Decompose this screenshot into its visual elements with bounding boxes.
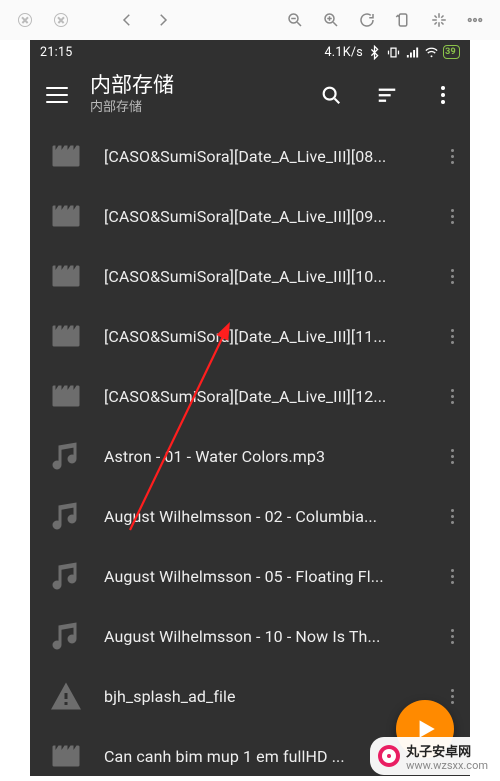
watermark-logo-icon — [378, 745, 400, 767]
item-overflow-icon[interactable] — [440, 389, 464, 404]
file-name: [CASO&SumiSora][Date_A_Live_III][09... — [104, 207, 422, 226]
list-item[interactable]: August Wilhelmsson - 05 - Floating Fl... — [30, 546, 470, 606]
audio-icon — [46, 616, 86, 656]
item-overflow-icon[interactable] — [440, 569, 464, 584]
file-list: [CASO&SumiSora][Date_A_Live_III][08... [C… — [30, 126, 470, 776]
list-item[interactable]: [CASO&SumiSora][Date_A_Live_III][11... — [30, 306, 470, 366]
bluetooth-icon — [367, 45, 382, 60]
file-name: August Wilhelmsson - 10 - Now Is Th... — [104, 627, 422, 646]
video-icon — [46, 376, 86, 416]
item-overflow-icon[interactable] — [440, 269, 464, 284]
app-bar: 内部存储 内部存储 — [30, 64, 470, 126]
file-name: August Wilhelmsson - 02 - Columbia... — [104, 507, 422, 526]
watermark-url: www.wzsxx.com — [406, 760, 488, 771]
video-icon — [46, 196, 86, 236]
close-icon[interactable] — [12, 7, 38, 33]
item-overflow-icon[interactable] — [440, 209, 464, 224]
signal-icon — [405, 45, 420, 60]
warn-icon — [46, 676, 86, 716]
sort-icon[interactable] — [370, 78, 404, 112]
battery-icon: 39 — [443, 45, 460, 59]
file-name: [CASO&SumiSora][Date_A_Live_III][11... — [104, 327, 422, 346]
phone-screen: 21:15 4.1K/s 39 内部存储 内部存储 [CASO&SumiSora… — [30, 40, 470, 776]
search-icon[interactable] — [314, 78, 348, 112]
item-overflow-icon[interactable] — [440, 449, 464, 464]
watermark: 丸子安卓网 www.wzsxx.com — [370, 737, 496, 775]
forward-icon[interactable] — [150, 7, 176, 33]
item-overflow-icon[interactable] — [440, 689, 464, 704]
file-name: [CASO&SumiSora][Date_A_Live_III][08... — [104, 147, 422, 166]
file-name: August Wilhelmsson - 05 - Floating Fl... — [104, 567, 422, 586]
audio-icon — [46, 496, 86, 536]
list-item[interactable]: August Wilhelmsson - 10 - Now Is Th... — [30, 606, 470, 666]
video-icon — [46, 316, 86, 356]
item-overflow-icon[interactable] — [440, 629, 464, 644]
wifi-icon — [424, 45, 439, 60]
vibrate-icon — [386, 45, 401, 60]
item-overflow-icon[interactable] — [440, 329, 464, 344]
status-bar: 21:15 4.1K/s 39 — [30, 40, 470, 64]
file-name: [CASO&SumiSora][Date_A_Live_III][10... — [104, 267, 422, 286]
zoom-out-icon[interactable] — [282, 7, 308, 33]
reload-icon[interactable] — [354, 7, 380, 33]
list-item[interactable]: [CASO&SumiSora][Date_A_Live_III][10... — [30, 246, 470, 306]
list-item[interactable]: [CASO&SumiSora][Date_A_Live_III][12... — [30, 366, 470, 426]
zoom-in-icon[interactable] — [318, 7, 344, 33]
more-icon[interactable] — [462, 7, 488, 33]
sparkle-icon[interactable] — [426, 7, 452, 33]
audio-icon — [46, 436, 86, 476]
audio-icon — [46, 556, 86, 596]
overflow-icon[interactable] — [426, 78, 460, 112]
browser-toolbar — [0, 0, 500, 40]
list-item[interactable]: [CASO&SumiSora][Date_A_Live_III][09... — [30, 186, 470, 246]
item-overflow-icon[interactable] — [440, 509, 464, 524]
video-icon — [46, 736, 86, 776]
page-title: 内部存储 — [90, 74, 174, 98]
file-name: Astron - 01 - Water Colors.mp3 — [104, 447, 422, 466]
list-item[interactable]: [CASO&SumiSora][Date_A_Live_III][08... — [30, 126, 470, 186]
video-icon — [46, 136, 86, 176]
file-name: [CASO&SumiSora][Date_A_Live_III][12... — [104, 387, 422, 406]
video-icon — [46, 256, 86, 296]
status-time: 21:15 — [40, 45, 73, 60]
file-name: bjh_splash_ad_file — [104, 687, 422, 706]
back-icon[interactable] — [114, 7, 140, 33]
status-netspeed: 4.1K/s — [324, 45, 363, 60]
stop-icon[interactable] — [48, 7, 74, 33]
breadcrumb: 内部存储 — [90, 101, 174, 116]
watermark-name: 丸子安卓网 — [406, 745, 471, 760]
item-overflow-icon[interactable] — [440, 149, 464, 164]
menu-icon[interactable] — [46, 87, 68, 103]
list-item[interactable]: Astron - 01 - Water Colors.mp3 — [30, 426, 470, 486]
rotate-icon[interactable] — [390, 7, 416, 33]
list-item[interactable]: August Wilhelmsson - 02 - Columbia... — [30, 486, 470, 546]
